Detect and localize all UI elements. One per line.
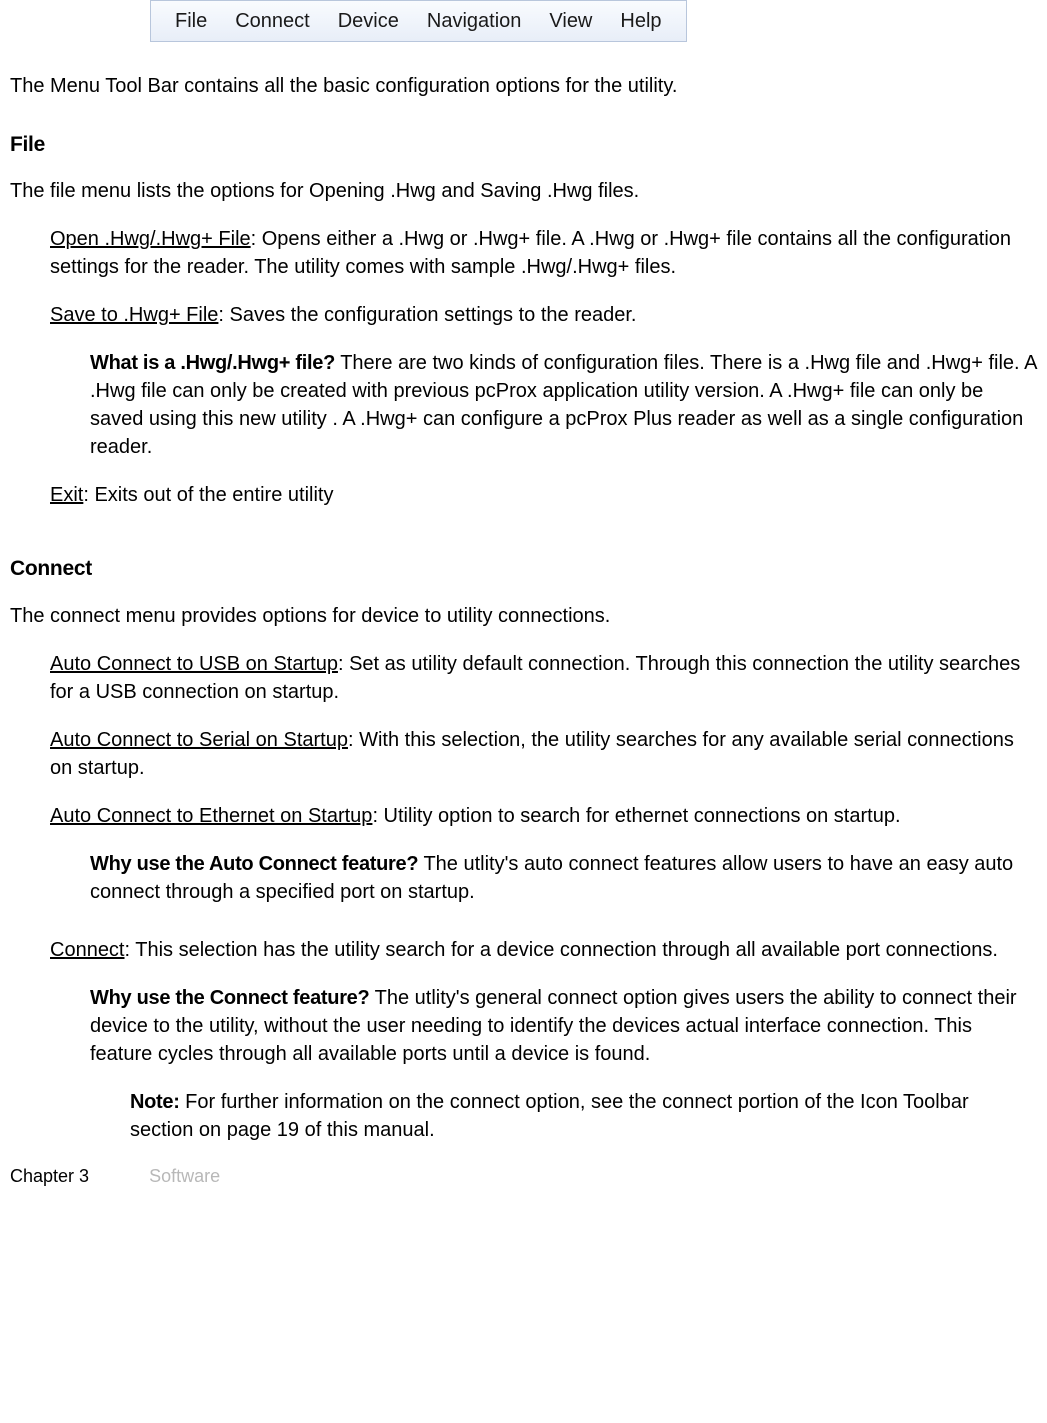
file-desc: The file menu lists the options for Open… (10, 177, 1037, 205)
file-exit: Exit: Exits out of the entire utility (50, 481, 1037, 509)
why-connect: Why use the Connect feature? The utlity'… (90, 984, 1037, 1068)
page-footer: Chapter 3 Software (10, 1164, 1037, 1189)
menu-view[interactable]: View (535, 5, 606, 37)
menu-navigation[interactable]: Navigation (413, 5, 536, 37)
menu-connect[interactable]: Connect (221, 5, 324, 37)
exit-body: : Exits out of the entire utility (83, 484, 333, 506)
save-term: Save to .Hwg+ File (50, 304, 218, 326)
exit-term: Exit (50, 484, 83, 506)
why-auto: Why use the Auto Connect feature? The ut… (90, 850, 1037, 906)
usb-term: Auto Connect to USB on Startup (50, 653, 338, 675)
connect-body: : This selection has the utility search … (125, 939, 998, 961)
menu-file[interactable]: File (161, 5, 221, 37)
connect-desc: The connect menu provides options for de… (10, 602, 1037, 630)
connect-note: Note: For further information on the con… (130, 1088, 1037, 1144)
menu-device[interactable]: Device (324, 5, 413, 37)
open-term: Open .Hwg/.Hwg+ File (50, 228, 251, 250)
footer-chapter: Chapter 3 (10, 1166, 89, 1186)
connect-usb: Auto Connect to USB on Startup: Set as u… (50, 650, 1037, 706)
note-body: For further information on the connect o… (130, 1091, 969, 1141)
connect-term: Connect (50, 939, 125, 961)
menu-toolbar: File Connect Device Navigation View Help (150, 0, 687, 42)
save-body: : Saves the configuration settings to th… (218, 304, 636, 326)
file-open: Open .Hwg/.Hwg+ File: Opens either a .Hw… (50, 225, 1037, 281)
file-heading: File (10, 130, 1037, 159)
why-auto-question: Why use the Auto Connect feature? (90, 853, 418, 875)
menubar-screenshot: File Connect Device Navigation View Help (150, 0, 1037, 42)
eth-body: : Utility option to search for ethernet … (372, 805, 900, 827)
serial-term: Auto Connect to Serial on Startup (50, 729, 348, 751)
file-save: Save to .Hwg+ File: Saves the configurat… (50, 301, 1037, 329)
connect-heading: Connect (10, 554, 1037, 583)
note-label: Note: (130, 1091, 180, 1113)
connect-ethernet: Auto Connect to Ethernet on Startup: Uti… (50, 802, 1037, 830)
intro-text: The Menu Tool Bar contains all the basic… (10, 72, 1037, 100)
why-connect-question: Why use the Connect feature? (90, 987, 369, 1009)
file-what: What is a .Hwg/.Hwg+ file? There are two… (90, 349, 1037, 461)
connect-serial: Auto Connect to Serial on Startup: With … (50, 726, 1037, 782)
menu-help[interactable]: Help (606, 5, 675, 37)
footer-section: Software (149, 1166, 220, 1186)
what-question: What is a .Hwg/.Hwg+ file? (90, 352, 335, 374)
eth-term: Auto Connect to Ethernet on Startup (50, 805, 372, 827)
connect-item: Connect: This selection has the utility … (50, 936, 1037, 964)
